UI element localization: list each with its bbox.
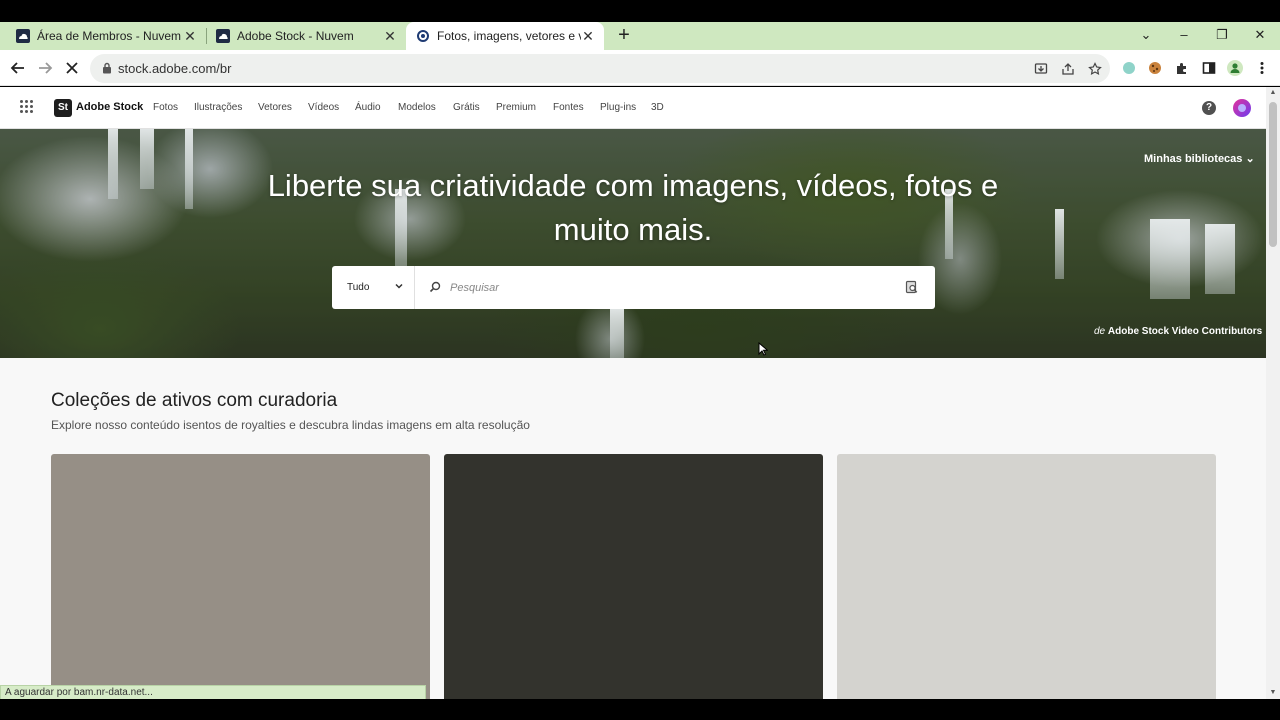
category-dropdown[interactable]: Tudo	[332, 266, 415, 309]
puzzle-extensions-icon[interactable]	[1174, 60, 1190, 76]
nav-3d[interactable]: 3D	[651, 102, 671, 113]
forward-button[interactable]	[33, 56, 57, 80]
close-tab-icon[interactable]: ✕	[580, 28, 596, 44]
mouse-cursor-icon	[758, 342, 768, 356]
top-bezel	[0, 0, 1280, 22]
install-app-icon[interactable]	[1033, 61, 1049, 77]
app-switcher-icon[interactable]	[20, 100, 34, 114]
credit-prefix: de	[1094, 326, 1106, 337]
scroll-thumb[interactable]	[1269, 102, 1277, 247]
tab-adobe-stock-nuvem[interactable]: Adobe Stock - Nuvem ✕	[200, 22, 406, 50]
scroll-up-icon[interactable]: ▲	[1269, 89, 1277, 97]
menu-kebab-icon[interactable]	[1254, 60, 1270, 76]
search-bar: Tudo	[332, 266, 935, 309]
waterfall-decor	[610, 309, 624, 358]
collection-card[interactable]	[837, 454, 1216, 699]
bottom-bezel	[0, 699, 1280, 720]
share-icon[interactable]	[1060, 61, 1076, 77]
tab-title: Fotos, imagens, vetores e vídeos	[437, 29, 581, 43]
tab-area-membros[interactable]: Área de Membros - Nuvem ✕	[0, 22, 206, 50]
help-icon[interactable]: ?	[1202, 101, 1216, 115]
page-content: St Adobe Stock Fotos Ilustrações Vetores…	[0, 87, 1266, 699]
my-libraries-button[interactable]: Minhas bibliotecas ⌄	[1144, 152, 1255, 165]
collection-card[interactable]	[51, 454, 430, 699]
nav-ilustracoes[interactable]: Ilustrações	[194, 102, 258, 113]
nav-fontes[interactable]: Fontes	[553, 102, 600, 113]
restore-button[interactable]: ❐	[1203, 22, 1241, 48]
chevron-down-icon	[395, 283, 403, 289]
user-avatar[interactable]	[1233, 99, 1251, 117]
address-bar[interactable]: stock.adobe.com/br	[90, 54, 1110, 83]
arrow-left-icon	[10, 62, 24, 74]
waterfall-decor	[108, 129, 118, 199]
url-text: stock.adobe.com/br	[118, 61, 232, 76]
waterfall-decor	[1150, 219, 1190, 299]
lock-icon	[103, 62, 111, 74]
nav-videos[interactable]: Vídeos	[308, 102, 355, 113]
curated-section-subtitle: Explore nosso conteúdo isentos de royalt…	[51, 418, 530, 432]
nav-fotos[interactable]: Fotos	[153, 102, 194, 113]
arrow-right-icon	[39, 62, 53, 74]
page-scrollbar[interactable]: ▲ ▼	[1266, 87, 1280, 699]
extension-circle-icon[interactable]	[1121, 60, 1137, 76]
search-icon	[429, 281, 441, 293]
cloud-icon	[16, 29, 30, 43]
close-tab-icon[interactable]: ✕	[182, 28, 198, 44]
waterfall-decor	[1205, 224, 1235, 294]
hero-title: Liberte sua criatividade com imagens, ví…	[267, 168, 999, 247]
loading-spinner-icon	[416, 29, 430, 43]
collection-card[interactable]	[444, 454, 823, 699]
nav-gratis[interactable]: Grátis	[453, 102, 496, 113]
adobe-stock-logo[interactable]: St	[54, 99, 72, 117]
nav-audio[interactable]: Áudio	[355, 102, 398, 113]
stop-loading-button[interactable]	[60, 56, 84, 80]
browser-toolbar: stock.adobe.com/br	[0, 50, 1280, 86]
category-value: Tudo	[347, 282, 370, 293]
curated-section-title: Coleções de ativos com curadoria	[51, 390, 338, 411]
profile-avatar-icon[interactable]	[1227, 60, 1243, 76]
brand-name[interactable]: Adobe Stock	[76, 101, 143, 113]
adobe-header: St Adobe Stock Fotos Ilustrações Vetores…	[0, 87, 1266, 129]
status-bar: A aguardar por bam.nr-data.net...	[0, 685, 426, 700]
back-button[interactable]	[6, 56, 30, 80]
tab-title: Adobe Stock - Nuvem	[237, 29, 354, 43]
cloud-icon	[216, 29, 230, 43]
tab-strip: Área de Membros - Nuvem ✕ Adobe Stock - …	[0, 22, 1280, 50]
tab-title: Área de Membros - Nuvem	[37, 29, 182, 43]
screen: Área de Membros - Nuvem ✕ Adobe Stock - …	[0, 0, 1280, 720]
close-window-button[interactable]: ✕	[1241, 22, 1279, 48]
new-tab-button[interactable]: +	[613, 25, 635, 47]
tab-adobe-stock-active[interactable]: Fotos, imagens, vetores e vídeos ✕	[406, 22, 604, 50]
bookmark-star-icon[interactable]	[1087, 61, 1103, 77]
search-input[interactable]	[450, 277, 890, 299]
waterfall-decor	[140, 129, 154, 189]
hero-banner: Minhas bibliotecas ⌄ Liberte sua criativ…	[0, 129, 1266, 358]
nav-vetores[interactable]: Vetores	[258, 102, 308, 113]
main-nav: Fotos Ilustrações Vetores Vídeos Áudio M…	[153, 102, 671, 113]
cookie-extension-icon[interactable]	[1147, 60, 1163, 76]
side-panel-icon[interactable]	[1201, 60, 1217, 76]
nav-plug-ins[interactable]: Plug-ins	[600, 102, 651, 113]
waterfall-decor	[185, 129, 193, 209]
credit-name[interactable]: Adobe Stock Video Contributors	[1108, 326, 1262, 337]
visual-search-icon[interactable]	[905, 280, 919, 294]
waterfall-decor	[1055, 209, 1064, 279]
tab-search-chevron-icon[interactable]: ⌄	[1127, 22, 1165, 48]
scroll-down-icon[interactable]: ▼	[1269, 689, 1277, 697]
my-libraries-label: Minhas bibliotecas	[1144, 153, 1243, 165]
hero-credit: de Adobe Stock Video Contributors	[1094, 326, 1262, 337]
close-tab-icon[interactable]: ✕	[382, 28, 398, 44]
close-icon	[66, 62, 78, 74]
nav-premium[interactable]: Premium	[496, 102, 553, 113]
chevron-down-icon: ⌄	[1245, 153, 1255, 165]
nav-modelos[interactable]: Modelos	[398, 102, 453, 113]
minimize-button[interactable]: –	[1165, 22, 1203, 48]
